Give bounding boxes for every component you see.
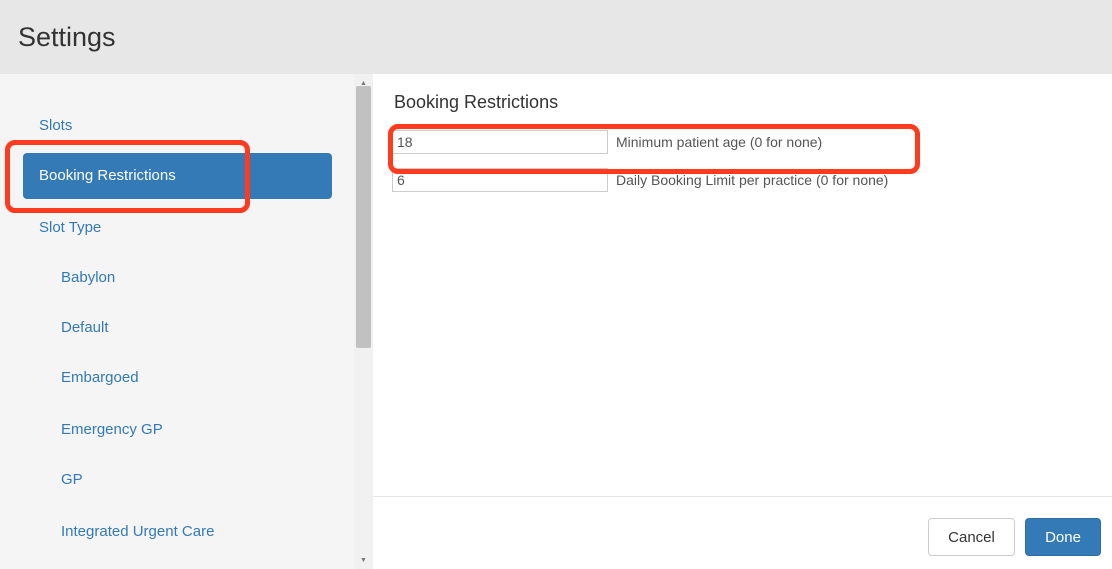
- sidebar-item-slot-type[interactable]: Slot Type: [23, 205, 332, 251]
- sidebar-item-integrated-urgent-care[interactable]: Integrated Urgent Care: [23, 509, 332, 555]
- cancel-button[interactable]: Cancel: [928, 518, 1015, 556]
- sidebar-scrollbar[interactable]: ▲ ▼: [354, 74, 373, 569]
- daily-booking-limit-label: Daily Booking Limit per practice (0 for …: [616, 172, 889, 188]
- done-button[interactable]: Done: [1025, 518, 1101, 556]
- page-title: Settings: [18, 22, 116, 52]
- daily-booking-limit-input[interactable]: [392, 168, 608, 192]
- sidebar-item-embargoed[interactable]: Embargoed: [23, 355, 332, 401]
- section-title: Booking Restrictions: [394, 92, 559, 112]
- minimum-patient-age-label: Minimum patient age (0 for none): [616, 134, 823, 150]
- sidebar-item-gp[interactable]: GP: [23, 457, 332, 503]
- sidebar-item-slots[interactable]: Slots: [23, 103, 332, 149]
- scrollbar-thumb[interactable]: [356, 86, 371, 348]
- minimum-patient-age-input[interactable]: [392, 130, 608, 154]
- sidebar-item-babylon[interactable]: Babylon: [23, 255, 332, 301]
- sidebar-item-default[interactable]: Default: [23, 305, 332, 351]
- scroll-down-arrow-icon[interactable]: ▼: [354, 555, 373, 567]
- sidebar-item-booking-restrictions[interactable]: Booking Restrictions: [23, 153, 332, 199]
- settings-header: Settings: [0, 0, 1112, 74]
- footer-divider: [373, 496, 1112, 497]
- settings-content-panel: Booking Restrictions Minimum patient age…: [373, 74, 1112, 569]
- sidebar-item-emergency-gp[interactable]: Emergency GP: [23, 407, 332, 453]
- settings-sidebar: Slots Booking Restrictions Slot Type Bab…: [0, 74, 354, 569]
